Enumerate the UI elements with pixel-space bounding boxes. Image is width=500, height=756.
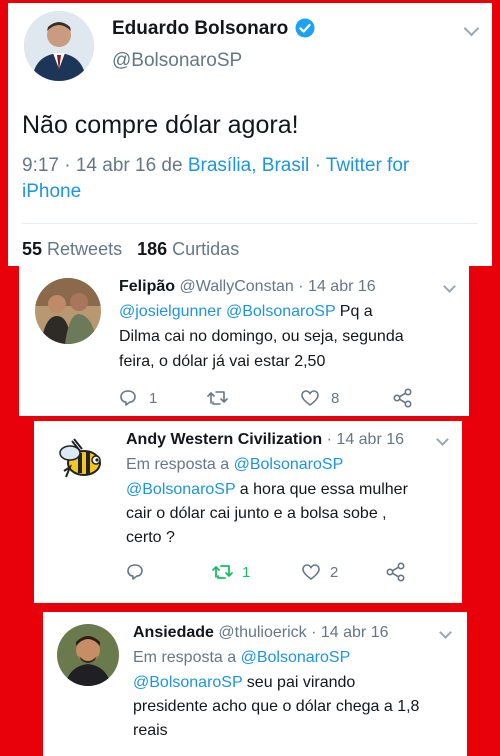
reply-context-prefix: Em resposta a bbox=[126, 456, 230, 473]
reply-card-1: Felipão @WallyConstan · 14 abr 16 @josie… bbox=[19, 266, 469, 416]
reply-card-2: Andy Western Civilization · 14 abr 16 Em… bbox=[34, 421, 462, 603]
reply-header: Ansiedade @thulioerick · 14 abr 16 bbox=[133, 624, 389, 642]
reply-context-prefix: Em resposta a bbox=[133, 649, 237, 666]
retweet-icon[interactable] bbox=[212, 564, 234, 580]
reply-text: seu pai virando bbox=[246, 674, 356, 691]
reply-text: Pq a bbox=[339, 303, 373, 320]
tweet-source-link[interactable]: · Twitter for bbox=[315, 155, 410, 176]
chevron-down-icon[interactable] bbox=[463, 20, 480, 37]
tweet-meta: 9:17 · 14 abr 16 de Brasília, Brasil · T… bbox=[22, 155, 409, 177]
reply-text: feira, o dólar já vai estar 2,50 bbox=[119, 353, 326, 370]
reply-header: Felipão @WallyConstan · 14 abr 16 bbox=[119, 278, 376, 296]
mention-link[interactable]: @josielgunner bbox=[119, 303, 222, 320]
mention-link[interactable]: @BolsonaroSP bbox=[241, 649, 351, 666]
tweet-source-link-cont[interactable]: iPhone bbox=[22, 181, 81, 203]
mention-link[interactable]: @BolsonaroSP bbox=[234, 456, 344, 473]
mention-link[interactable]: @BolsonaroSP bbox=[226, 303, 335, 320]
reply-card-3: Ansiedade @thulioerick · 14 abr 16 Em re… bbox=[43, 612, 467, 756]
reply-header: Andy Western Civilization · 14 abr 16 bbox=[126, 431, 404, 449]
reply-text-line: @BolsonaroSP seu pai virando bbox=[133, 674, 355, 692]
chevron-down-icon[interactable] bbox=[436, 433, 449, 446]
reply-text: a hora que essa mulher bbox=[239, 481, 408, 498]
like-count: 8 bbox=[331, 390, 340, 407]
avatar[interactable] bbox=[57, 624, 119, 686]
author-name[interactable]: Eduardo Bolsonaro bbox=[112, 18, 288, 40]
reply-context: Em resposta a @BolsonaroSP bbox=[126, 456, 343, 474]
reply-icon[interactable] bbox=[126, 563, 144, 581]
mention-link[interactable]: @BolsonaroSP bbox=[126, 481, 235, 498]
reply-date[interactable]: · 14 abr 16 bbox=[298, 278, 375, 295]
reply-text: presidente acho que o dólar chega a 1,8 bbox=[133, 698, 420, 715]
tweet-time: 9:17 · 14 abr 16 de bbox=[22, 155, 183, 176]
tweet-location-link[interactable]: Brasília, Brasil bbox=[188, 155, 309, 176]
mention-link[interactable]: @BolsonaroSP bbox=[133, 674, 242, 691]
reply-author-name[interactable]: Andy Western Civilization bbox=[126, 431, 322, 448]
reply-text: reais bbox=[133, 722, 168, 739]
reply-author-name[interactable]: Felipão bbox=[119, 278, 175, 295]
chevron-down-icon[interactable] bbox=[443, 280, 456, 293]
divider bbox=[22, 223, 478, 224]
avatar[interactable] bbox=[24, 11, 94, 81]
chevron-down-icon[interactable] bbox=[439, 626, 452, 639]
verified-badge-icon bbox=[295, 18, 315, 38]
reply-date[interactable]: · 14 abr 16 bbox=[327, 431, 404, 448]
reply-author-handle[interactable]: @thulioerick bbox=[218, 624, 306, 641]
author-handle[interactable]: @BolsonaroSP bbox=[112, 50, 242, 72]
reply-text-line: @BolsonaroSP a hora que essa mulher bbox=[126, 481, 408, 499]
retweet-count: 1 bbox=[242, 564, 251, 581]
reply-text: cair o dólar cai junto e a bolsa sobe , bbox=[126, 505, 387, 522]
share-icon[interactable] bbox=[393, 388, 415, 408]
reply-text-line: @josielgunner @BolsonaroSP Pq a bbox=[119, 303, 373, 321]
retweets-count[interactable]: 55 bbox=[22, 239, 42, 259]
reply-text: certo ? bbox=[126, 529, 175, 546]
retweets-label[interactable]: Retweets bbox=[47, 239, 122, 259]
share-icon[interactable] bbox=[386, 562, 408, 582]
heart-icon[interactable] bbox=[302, 564, 320, 580]
avatar[interactable] bbox=[50, 429, 112, 491]
reply-date[interactable]: · 14 abr 16 bbox=[311, 624, 388, 641]
likes-count[interactable]: 186 bbox=[137, 239, 167, 259]
main-tweet-card: Eduardo Bolsonaro @BolsonaroSP Não compr… bbox=[8, 3, 492, 266]
reply-author-handle[interactable]: @WallyConstan bbox=[179, 278, 293, 295]
retweet-icon[interactable] bbox=[207, 390, 229, 406]
engagement-stats: 55 Retweets 186 Curtidas bbox=[22, 239, 239, 260]
reply-text: Dilma cai no domingo, ou seja, segunda bbox=[119, 328, 404, 345]
avatar[interactable] bbox=[35, 278, 101, 344]
reply-icon[interactable] bbox=[119, 389, 137, 407]
reply-author-name[interactable]: Ansiedade bbox=[133, 624, 214, 641]
reply-context: Em resposta a @BolsonaroSP bbox=[133, 649, 350, 667]
like-count: 2 bbox=[330, 564, 339, 581]
likes-label[interactable]: Curtidas bbox=[172, 239, 239, 259]
reply-count: 1 bbox=[149, 390, 158, 407]
tweet-text: Não compre dólar agora! bbox=[22, 111, 299, 139]
heart-icon[interactable] bbox=[301, 390, 319, 406]
